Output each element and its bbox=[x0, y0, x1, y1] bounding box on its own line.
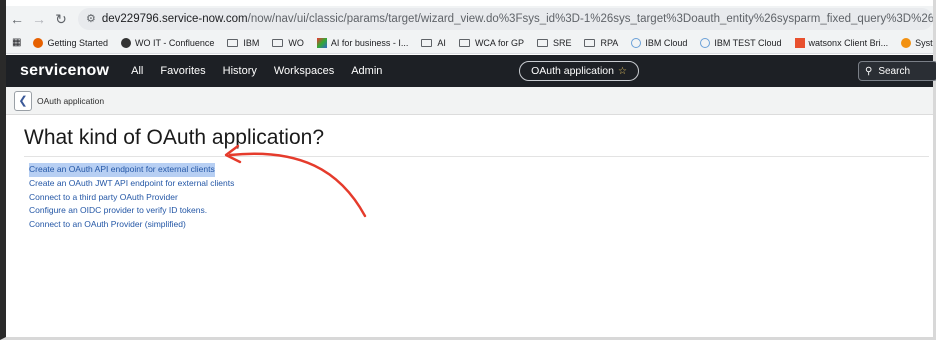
option-oauth-api-endpoint[interactable]: Create an OAuth API endpoint for externa… bbox=[29, 163, 215, 177]
firefox-icon bbox=[33, 37, 44, 48]
ibm-ai-icon bbox=[316, 37, 327, 48]
nav-admin[interactable]: Admin bbox=[351, 65, 382, 77]
reload-icon[interactable]: ↻ bbox=[50, 8, 72, 30]
chevron-left-icon: ❮ bbox=[18, 95, 28, 107]
oauth-options-list: Create an OAuth API endpoint for externa… bbox=[29, 159, 234, 232]
cloud-icon bbox=[700, 37, 711, 48]
context-pill[interactable]: OAuth application ☆ bbox=[519, 61, 639, 81]
option-oauth-provider-simplified[interactable]: Connect to an OAuth Provider (simplified… bbox=[29, 218, 234, 232]
page-bar-title: OAuth application bbox=[37, 95, 105, 106]
bookmark-ai-for-business[interactable]: AI for business - I... bbox=[316, 37, 408, 48]
star-icon[interactable]: ☆ bbox=[618, 66, 627, 77]
bookmark-ibm-cloud[interactable]: IBM Cloud bbox=[631, 37, 687, 48]
page-title: What kind of OAuth application? bbox=[24, 126, 325, 149]
nav-workspaces[interactable]: Workspaces bbox=[274, 65, 334, 77]
nav-history[interactable]: History bbox=[223, 65, 257, 77]
address-bar[interactable]: ⚙ dev229796.service-now.com/now/nav/ui/c… bbox=[78, 8, 933, 30]
folder-icon bbox=[458, 38, 470, 47]
bookmark-wo[interactable]: WO bbox=[272, 38, 304, 48]
option-oidc-provider[interactable]: Configure an OIDC provider to verify ID … bbox=[29, 204, 234, 218]
option-oauth-jwt-api-endpoint[interactable]: Create an OAuth JWT API endpoint for ext… bbox=[29, 177, 234, 191]
folder-icon bbox=[536, 38, 548, 47]
page-header-bar: ❮ OAuth application bbox=[6, 87, 933, 115]
global-search[interactable]: ⚲ Search bbox=[858, 61, 936, 81]
bookmark-getting-started[interactable]: Getting Started bbox=[33, 37, 108, 48]
watsonx-icon bbox=[794, 37, 805, 48]
orange-icon bbox=[901, 37, 912, 48]
search-icon: ⚲ bbox=[865, 65, 873, 77]
bookmark-wo-it-confluence[interactable]: WO IT - Confluence bbox=[121, 37, 214, 48]
folder-icon bbox=[421, 38, 433, 47]
browser-toolbar: ← → ↻ ⚙ dev229796.service-now.com/now/na… bbox=[6, 6, 933, 32]
url-text: dev229796.service-now.com/now/nav/ui/cla… bbox=[101, 13, 933, 25]
bookmark-rpa[interactable]: RPA bbox=[584, 38, 618, 48]
search-label: Search bbox=[878, 65, 911, 77]
back-button[interactable]: ❮ bbox=[14, 90, 32, 111]
main-nav: All Favorites History Workspaces Admin bbox=[131, 65, 399, 77]
confluence-icon bbox=[121, 37, 131, 48]
apps-grid-icon[interactable]: ▦ bbox=[12, 37, 21, 48]
bookmark-ibm-test-cloud[interactable]: IBM TEST Cloud bbox=[700, 37, 782, 48]
nav-all[interactable]: All bbox=[131, 65, 143, 77]
bookmark-watsonx[interactable]: watsonx Client Bri... bbox=[794, 37, 888, 48]
folder-icon bbox=[227, 38, 239, 47]
servicenow-logo[interactable]: servicenow bbox=[20, 62, 109, 80]
folder-icon bbox=[272, 38, 284, 47]
site-info-icon[interactable]: ⚙ bbox=[86, 12, 96, 26]
bookmark-ibm[interactable]: IBM bbox=[227, 38, 259, 48]
servicenow-header: servicenow All Favorites History Workspa… bbox=[6, 55, 936, 87]
cloud-icon bbox=[631, 37, 642, 48]
bookmark-sre[interactable]: SRE bbox=[536, 38, 571, 48]
back-arrow-icon[interactable]: ← bbox=[6, 8, 28, 30]
bookmarks-bar: ▦ Getting Started WO IT - Confluence IBM… bbox=[6, 32, 933, 54]
forward-arrow-icon[interactable]: → bbox=[28, 8, 50, 30]
nav-favorites[interactable]: Favorites bbox=[160, 65, 205, 77]
bookmark-wca-for-gp[interactable]: WCA for GP bbox=[458, 38, 524, 48]
bookmark-ai[interactable]: AI bbox=[421, 38, 446, 48]
bookmark-systems-manager[interactable]: Systems Manager... bbox=[901, 37, 933, 48]
folder-icon bbox=[584, 38, 596, 47]
divider bbox=[24, 156, 929, 157]
option-third-party-oauth-provider[interactable]: Connect to a third party OAuth Provider bbox=[29, 191, 234, 205]
context-pill-label: OAuth application bbox=[531, 65, 614, 77]
